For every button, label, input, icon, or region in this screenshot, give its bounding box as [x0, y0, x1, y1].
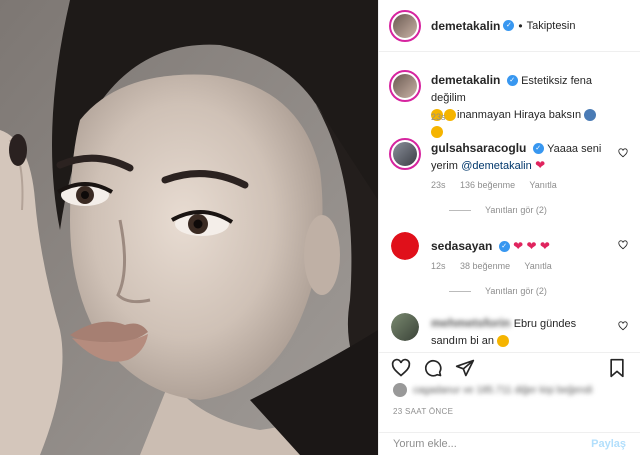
heart-emoji-icon: ❤ [535, 158, 546, 172]
author-avatar[interactable] [389, 9, 421, 42]
post-header: demetakalin ✓ • Takiptesin [379, 0, 640, 52]
view-replies-label: Yanıtları gör (2) [485, 286, 547, 296]
caption-username[interactable]: demetakalin [431, 73, 500, 87]
follow-status[interactable]: Takiptesin [527, 20, 576, 32]
comment-item: mehmetsforin Ebru gündes sandım bi an [389, 313, 630, 349]
post-photo[interactable] [0, 0, 378, 455]
view-replies[interactable]: Yanıtları gör (2) [449, 286, 547, 296]
like-comment-heart-icon[interactable] [618, 148, 628, 158]
comment-meta: 12s 38 beğenme Yanıtla [431, 261, 564, 271]
header-separator: • [518, 18, 523, 33]
comment-time: 12s [431, 261, 446, 271]
author-username[interactable]: demetakalin [431, 19, 500, 33]
likes-text: cagadanur ve 185.711 diğer kişi beğendi [413, 384, 593, 396]
reply-button[interactable]: Yanıtla [524, 261, 551, 271]
caption-text-line2: inanmayan Hiraya baksın [457, 109, 582, 121]
reply-button[interactable]: Yanıtla [529, 180, 556, 190]
caption-time: 23s [431, 112, 446, 122]
heart-icon[interactable] [391, 358, 411, 378]
comment-avatar[interactable] [389, 138, 421, 170]
mention-link[interactable]: @demetakalin [461, 160, 531, 172]
comment-icon[interactable] [423, 358, 443, 378]
instagram-post: demetakalin ✓ • Takiptesin demetakalin ✓… [0, 0, 640, 455]
caption-meta: 23s [431, 112, 458, 122]
share-icon[interactable] [455, 358, 475, 378]
bookmark-icon[interactable] [608, 358, 626, 378]
comment-text: Yaaaa seni [547, 143, 602, 155]
comment-item: gulsahsaracoglu ✓ Yaaaa seni yerim @deme… [389, 138, 630, 178]
comment-text: sandım bi an [431, 335, 494, 347]
liker-avatar [393, 383, 407, 397]
comment-likes[interactable]: 38 beğenme [460, 261, 510, 271]
verified-icon: ✓ [503, 20, 515, 31]
comment-text: Ebru gündes [513, 318, 577, 330]
post-comment-button[interactable]: Paylaş [591, 438, 626, 450]
likes-summary[interactable]: cagadanur ve 185.711 diğer kişi beğendi [393, 383, 630, 397]
comment-input[interactable] [393, 438, 592, 450]
comment-username[interactable]: sedasayan [431, 239, 492, 253]
view-replies[interactable]: Yanıtları gör (2) [449, 205, 547, 215]
post-side-panel: demetakalin ✓ • Takiptesin demetakalin ✓… [378, 0, 640, 455]
comment-text: yerim [431, 160, 458, 172]
cowboy-emoji-icon [584, 108, 597, 121]
verified-icon: ✓ [498, 241, 510, 253]
grin-emoji-icon [431, 125, 443, 138]
view-replies-label: Yanıtları gör (2) [485, 205, 547, 215]
like-comment-heart-icon[interactable] [618, 321, 628, 331]
like-comment-heart-icon[interactable] [618, 240, 628, 250]
add-comment-bar: Paylaş [379, 432, 640, 455]
portrait-image [0, 0, 378, 455]
comment-meta: 23s 136 beğenme Yanıtla [431, 180, 569, 190]
caption-avatar[interactable] [389, 70, 421, 102]
comment-username[interactable]: mehmetsforin [431, 316, 510, 330]
action-bar [379, 352, 640, 380]
comment-time: 23s [431, 180, 446, 190]
verified-icon: ✓ [506, 75, 518, 87]
hearts-emoji-icon: ❤ ❤ ❤ [513, 239, 550, 253]
comment-item: sedasayan ✓ ❤ ❤ ❤ [389, 232, 630, 262]
comments-list: demetakalin ✓ Estetiksiz fena değilim in… [379, 60, 640, 350]
caption: demetakalin ✓ Estetiksiz fena değilim in… [389, 70, 630, 138]
comment-avatar[interactable] [391, 313, 419, 341]
post-timestamp: 23 SAAT ÖNCE [393, 407, 454, 416]
comment-likes[interactable]: 136 beğenme [460, 180, 515, 190]
comment-avatar[interactable] [391, 232, 419, 260]
smile-emoji-icon [497, 334, 510, 347]
verified-icon: ✓ [532, 143, 544, 155]
comment-username[interactable]: gulsahsaracoglu [431, 141, 526, 155]
